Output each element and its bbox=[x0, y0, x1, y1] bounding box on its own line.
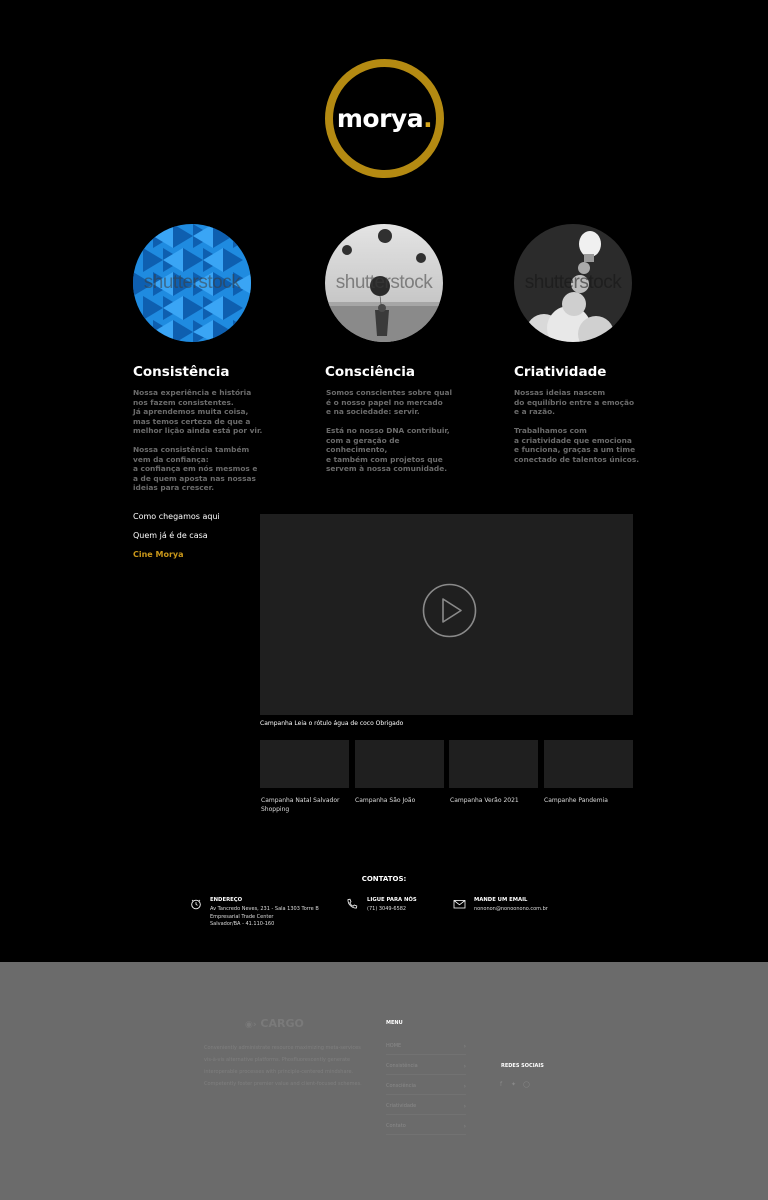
play-icon[interactable] bbox=[422, 583, 477, 638]
brand-name: morya. bbox=[336, 104, 433, 133]
contact-phone-text[interactable]: (71) 3049-6582 bbox=[367, 906, 406, 914]
thumb-caption: Campanha São João bbox=[355, 797, 416, 804]
footer-menu-criatividade[interactable]: Criatividade › bbox=[386, 1103, 466, 1115]
footer-menu-home[interactable]: HOME › bbox=[386, 1043, 466, 1055]
brand-logo[interactable]: morya. bbox=[325, 59, 444, 178]
footer-menu-title: MENU bbox=[386, 1020, 403, 1026]
creativity-image: shutterstock bbox=[514, 224, 632, 342]
contacts-title: CONTATOS: bbox=[361, 875, 407, 883]
side-menu-como-chegamos[interactable]: Como chegamos aqui bbox=[133, 512, 220, 521]
cargo-logo-icon: ◉› bbox=[245, 1020, 257, 1030]
contact-address-text: Av Tancredo Neves, 231 - Sala 1303 Torre… bbox=[210, 906, 319, 927]
pillar-text-consistencia: Nossa experiência e história nos fazem c… bbox=[133, 388, 263, 492]
consciousness-image: shutterstock bbox=[325, 224, 443, 342]
twitter-icon[interactable]: ✦ bbox=[511, 1081, 516, 1088]
pillar-title-consciencia: Consciência bbox=[325, 364, 415, 380]
chevron-right-icon: › bbox=[463, 1063, 466, 1070]
footer-menu-consciencia[interactable]: Consciência › bbox=[386, 1083, 466, 1095]
video-player[interactable] bbox=[260, 514, 633, 715]
pillar-text-consciencia: Somos conscientes sobre qual é o nosso p… bbox=[326, 388, 453, 473]
footer-menu-contato[interactable]: Contato › bbox=[386, 1123, 466, 1135]
thumb-caption: Campanha Verão 2021 bbox=[450, 797, 519, 804]
consistency-image: shutterstock bbox=[133, 224, 251, 342]
side-menu-cine-morya[interactable]: Cine Morya bbox=[133, 550, 184, 559]
chevron-right-icon: › bbox=[463, 1103, 466, 1110]
watermark-text: shutterstock bbox=[335, 272, 433, 293]
footer-menu-consistencia[interactable]: Consistência › bbox=[386, 1063, 466, 1075]
facebook-icon[interactable]: f bbox=[500, 1081, 502, 1088]
contact-email-title: MANDE UM EMAIL bbox=[474, 897, 528, 903]
chevron-right-icon: › bbox=[463, 1043, 466, 1050]
side-menu-quem-ja-e-de-casa[interactable]: Quem já é de casa bbox=[133, 531, 208, 540]
video-thumb[interactable] bbox=[449, 740, 538, 788]
instagram-icon[interactable]: ◯ bbox=[523, 1081, 530, 1088]
video-thumb[interactable] bbox=[544, 740, 633, 788]
footer: ◉› CARGO Conveniently administrate resou… bbox=[0, 962, 768, 1200]
mail-icon bbox=[453, 900, 466, 909]
chevron-right-icon: › bbox=[463, 1083, 466, 1090]
thumb-caption: Campanhe Pandemia bbox=[544, 797, 608, 804]
thumb-caption: Campanha Natal Salvador Shopping bbox=[261, 797, 340, 813]
chevron-right-icon: › bbox=[463, 1123, 466, 1130]
footer-logo: ◉› CARGO bbox=[245, 1017, 304, 1030]
video-caption: Campanha Leia o rótulo água de coco Obri… bbox=[260, 720, 404, 727]
video-thumb[interactable] bbox=[260, 740, 349, 788]
location-icon bbox=[191, 899, 201, 910]
contact-address-title: ENDEREÇO bbox=[210, 897, 243, 903]
phone-icon bbox=[347, 898, 358, 909]
contact-phone-title: LIGUE PARA NÓS bbox=[367, 897, 417, 903]
pillar-title-criatividade: Criatividade bbox=[514, 364, 607, 380]
pillar-title-consistencia: Consistência bbox=[133, 364, 230, 380]
footer-social-title: REDES SOCIAIS bbox=[501, 1063, 544, 1069]
watermark-text: shutterstock bbox=[143, 272, 241, 293]
footer-description: Conveniently administrate resource maxim… bbox=[204, 1045, 362, 1087]
watermark-text: shutterstock bbox=[524, 272, 622, 293]
video-thumb[interactable] bbox=[355, 740, 444, 788]
pillar-text-criatividade: Nossas ideias nascem do equilíbrio entre… bbox=[514, 388, 640, 464]
contact-email-text[interactable]: nononon@nonoonono.com.br bbox=[474, 906, 548, 914]
